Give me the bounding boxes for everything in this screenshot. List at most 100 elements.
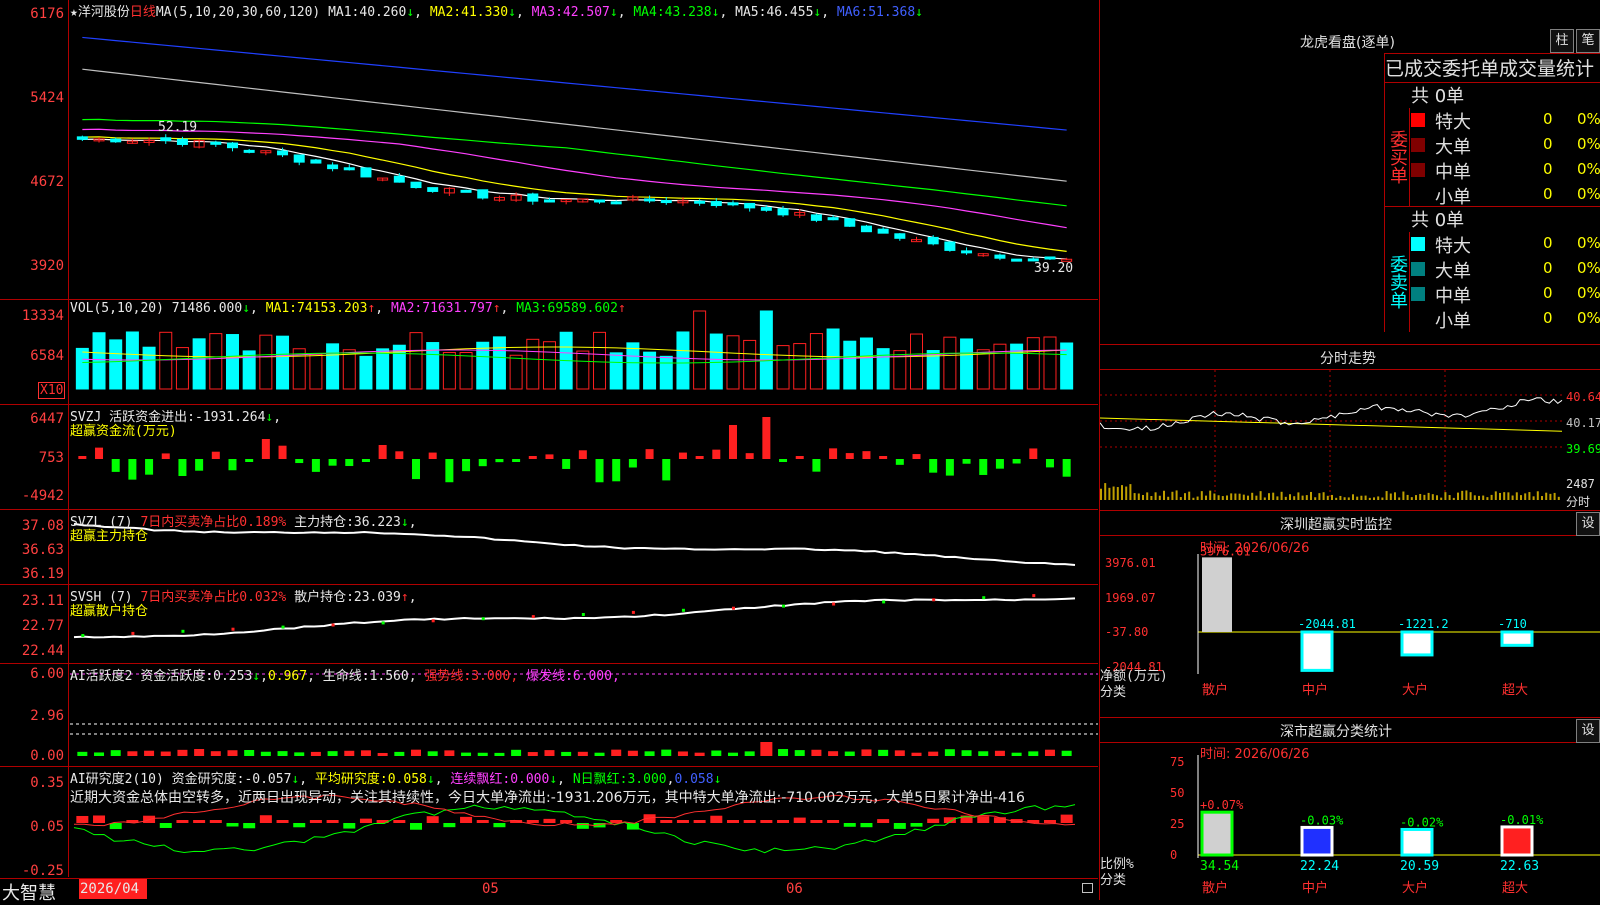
fund-flow-bar xyxy=(128,459,137,480)
research-bar xyxy=(676,820,689,823)
intraday-volume-bar xyxy=(1431,494,1434,500)
date-axis-bar: 大智慧 2026/04 05 06 xyxy=(0,878,1098,904)
lock-icon[interactable] xyxy=(1082,883,1093,893)
volume-bar xyxy=(643,351,657,390)
down-arrow-icon: ↓ xyxy=(252,669,261,684)
volume-bar xyxy=(276,335,290,390)
kline-chart[interactable] xyxy=(0,0,1098,299)
intraday-volume-bar xyxy=(1461,490,1464,500)
fund-flow-bar xyxy=(662,459,671,481)
svzl-panel[interactable]: 37.08 36.63 36.19 SVZL (7) 7日内买卖净占比0.189… xyxy=(0,510,1098,585)
volume-bar xyxy=(693,310,707,390)
separator: , xyxy=(408,669,417,684)
ai1-title: AI活跃度2 xyxy=(70,669,133,684)
monitor-chart[interactable]: 3976.011969.07-37.80-2044.813976.01散户-20… xyxy=(1100,534,1600,714)
volume-panel[interactable]: 13334 6584 X10 VOL(5,10,20) 71486.000↓, … xyxy=(0,300,1098,405)
intraday-volume-bar xyxy=(1200,491,1203,500)
intraday-volume-bar xyxy=(1301,495,1304,500)
candle-body xyxy=(1011,258,1023,262)
svzj-panel[interactable]: 6447 753 -4942 SVZJ 活跃资金进出:-1931.264↓, 超… xyxy=(0,405,1098,510)
activity-bar xyxy=(427,751,438,756)
ma-label: MA1: xyxy=(328,5,360,20)
activity-bar xyxy=(511,749,522,756)
intraday-volume-bar xyxy=(1452,497,1455,500)
intraday-volume-bar xyxy=(1482,495,1485,500)
research-bar xyxy=(710,815,723,823)
down-arrow-icon: ↓ xyxy=(400,515,409,530)
intraday-volume-bar xyxy=(1276,496,1279,500)
separator: , xyxy=(408,590,417,605)
ai-activity-panel[interactable]: 6.00 2.96 0.00 AI活跃度2 资金活跃度:0.253↓,0.967… xyxy=(0,664,1098,767)
classify-value: 22.24 xyxy=(1300,859,1339,874)
intraday-volume-bar xyxy=(1142,494,1144,500)
intraday-volume-bar xyxy=(1415,495,1417,500)
fund-flow-bar xyxy=(261,439,270,459)
volume-bar xyxy=(1026,337,1040,390)
svsh-panel[interactable]: 23.11 22.77 22.44 SVSH (7) 7日内买卖净占比0.032… xyxy=(0,585,1098,664)
app-logo[interactable]: 大智慧 xyxy=(2,879,56,905)
intraday-volume-bar xyxy=(1158,495,1161,500)
separator: , xyxy=(611,669,620,684)
intraday-volume-bar xyxy=(1322,492,1325,500)
volume-bar xyxy=(259,334,273,390)
ai2-label: 资金研究度: xyxy=(171,772,245,787)
intraday-volume-bar xyxy=(1175,490,1178,500)
period-label[interactable]: 日线 xyxy=(130,5,156,20)
activity-bar xyxy=(544,750,555,756)
fund-flow-bar xyxy=(695,456,704,459)
activity-bar xyxy=(110,750,121,756)
intraday-volume-bar xyxy=(1536,491,1539,500)
monitor-settings-button[interactable]: 设 xyxy=(1576,512,1600,536)
intraday-volume-bar xyxy=(1268,493,1270,500)
stock-name[interactable]: 洋河股份 xyxy=(78,5,130,20)
intraday-volume-bar xyxy=(1167,496,1170,500)
candle-body xyxy=(760,207,772,211)
ma-value: 42.507 xyxy=(562,5,610,20)
volume-bar xyxy=(709,333,723,390)
activity-bar xyxy=(227,750,238,756)
fund-flow-bar xyxy=(712,449,721,459)
activity-bar xyxy=(177,749,188,756)
ai-research-header: AI研究度2(10) 资金研究度:-0.057↓, 平均研究度:0.058↓, … xyxy=(70,768,721,787)
intraday-volume-bar xyxy=(1133,493,1136,500)
classify-title: 深市超赢分类统计 xyxy=(1280,724,1392,740)
kline-panel[interactable]: 6176 5424 4672 3920 ★洋河股份日线MA(5,10,20,30… xyxy=(0,0,1098,300)
research-bar xyxy=(159,823,172,828)
intraday-volume-bar xyxy=(1423,494,1426,500)
up-arrow-icon: ↑ xyxy=(617,301,626,316)
order-size-label: 大单 xyxy=(1435,261,1471,282)
research-bar xyxy=(109,823,122,830)
research-bar xyxy=(1060,814,1073,823)
volume-bar xyxy=(309,353,323,390)
volume-bar xyxy=(409,332,423,390)
research-bar xyxy=(827,820,840,823)
activity-bar xyxy=(294,752,305,756)
intraday-volume-bar xyxy=(1398,497,1401,500)
research-bar xyxy=(560,820,573,823)
ma-label: MA3: xyxy=(516,301,548,316)
intraday-volume-bar xyxy=(1314,497,1317,500)
intraday-volume-bar xyxy=(1448,495,1451,500)
svzl-label2: 主力持仓: xyxy=(294,515,354,530)
volume-bar xyxy=(676,331,690,390)
svsh-value2: 23.039 xyxy=(353,590,401,605)
candle-body xyxy=(360,167,372,178)
classify-chart[interactable]: 75 50 25 0 +0.07% 34.54 散户 -0.03% 22.24 中户 -0.02% 2… xyxy=(1100,740,1600,900)
ai-research-panel[interactable]: 0.35 0.05 -0.25 AI研究度2(10) 资金研究度:-0.057↓… xyxy=(0,767,1098,879)
intraday-volume-bar xyxy=(1230,493,1233,500)
intraday-volume-bar xyxy=(1499,492,1501,500)
bar-mode-button[interactable]: 柱 xyxy=(1550,29,1574,53)
volume-bar xyxy=(626,342,640,390)
intraday-volume-bar xyxy=(1146,492,1149,500)
activity-bar xyxy=(477,752,488,756)
research-bar xyxy=(293,823,306,828)
order-count: 0 xyxy=(1543,284,1553,302)
fund-flow-bar xyxy=(728,425,737,459)
classify-tick: 75 xyxy=(1170,755,1184,769)
intraday-volume-bar xyxy=(1360,495,1363,500)
research-bar xyxy=(426,816,439,823)
tick-mode-button[interactable]: 笔 xyxy=(1576,29,1600,53)
svzj-subtitle: 超赢资金流(万元) xyxy=(70,424,177,439)
intraday-chart[interactable] xyxy=(1100,370,1600,510)
candle-body xyxy=(277,150,289,156)
